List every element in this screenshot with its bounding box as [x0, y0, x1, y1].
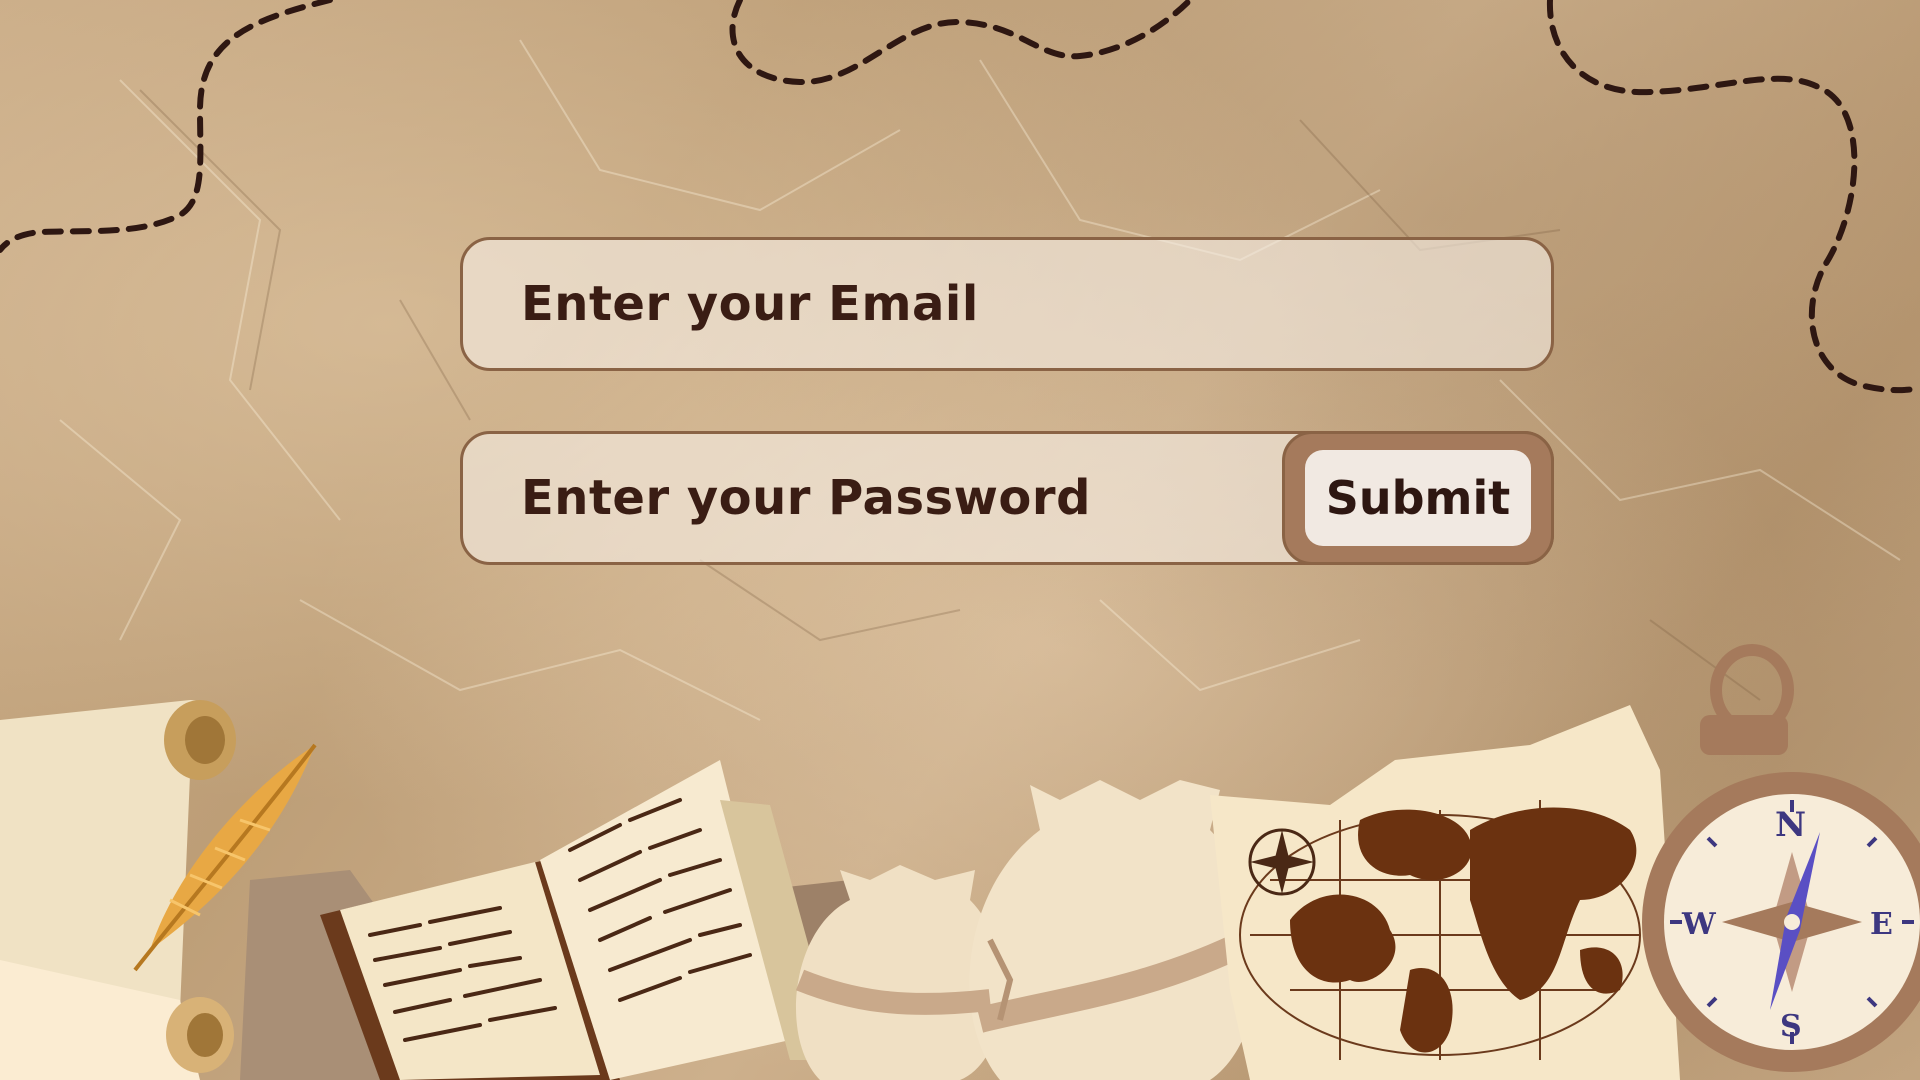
explorer-illustration-strip: N E S W	[0, 644, 1920, 1080]
world-map-illustration	[1210, 705, 1680, 1080]
compass-west-label: W	[1681, 907, 1717, 942]
open-book-illustration	[320, 760, 840, 1080]
compass-north-label: N	[1775, 805, 1806, 845]
compass-illustration: N E S W	[1642, 644, 1920, 1072]
money-bag-illustration	[795, 780, 1259, 1080]
compass-south-label: S	[1780, 1009, 1802, 1044]
compass-east-label: E	[1870, 907, 1893, 942]
